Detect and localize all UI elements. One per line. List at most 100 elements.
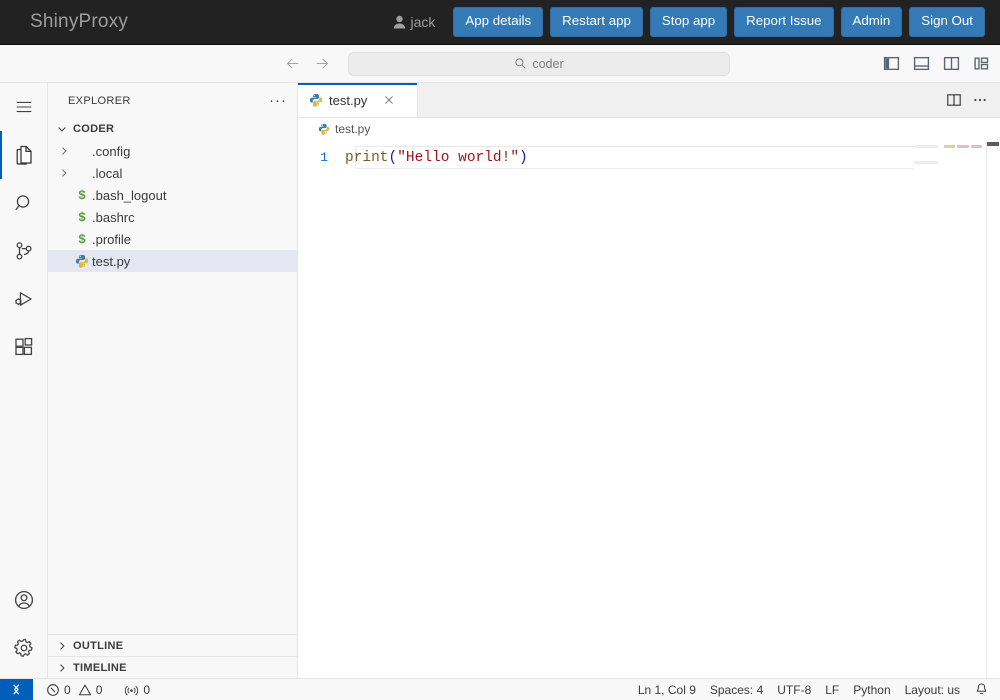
dollar-icon: $ xyxy=(78,209,86,225)
search-input[interactable]: coder xyxy=(348,51,730,76)
stop-app-button[interactable]: Stop app xyxy=(649,7,728,37)
tree-item-local[interactable]: .local xyxy=(48,162,297,184)
activitybar-accounts[interactable] xyxy=(0,576,48,624)
minimap-code-token xyxy=(944,145,955,148)
activitybar-explorer[interactable] xyxy=(0,131,48,179)
tree-item-config[interactable]: .config xyxy=(48,140,297,162)
tree-item-test-py[interactable]: test.py xyxy=(48,250,297,272)
tab-test-py[interactable]: test.py xyxy=(298,83,418,117)
breadcrumb[interactable]: test.py xyxy=(298,118,1000,140)
bell-icon[interactable] xyxy=(967,679,1000,700)
status-warnings[interactable]: 0 xyxy=(78,679,110,700)
ellipsis-icon[interactable] xyxy=(969,89,991,111)
dollar-icon: $ xyxy=(78,231,86,247)
status-encoding[interactable]: UTF-8 xyxy=(770,679,818,700)
status-bar: 0 0 0 Ln 1, Col 9 Spaces: 4 UTF-8 LF Pyt… xyxy=(0,678,1000,700)
code-editor[interactable]: 1 print("Hello world!") xyxy=(298,140,1000,678)
tree-item-bashrc[interactable]: $ .bashrc xyxy=(48,206,297,228)
chevron-down-icon xyxy=(54,123,70,135)
tree-item-label: test.py xyxy=(92,253,131,269)
sidebar-title: EXPLORER xyxy=(68,94,131,107)
status-indentation[interactable]: Spaces: 4 xyxy=(703,679,770,700)
editor-tabs: test.py xyxy=(298,83,1000,118)
activitybar-settings[interactable] xyxy=(0,624,48,672)
ports-icon xyxy=(124,683,139,697)
status-cursor-position[interactable]: Ln 1, Col 9 xyxy=(631,679,703,700)
editor-group: test.py test.py 1 print ("Hello world!"… xyxy=(298,83,1000,678)
status-eol[interactable]: LF xyxy=(818,679,846,700)
sidebar-panel-timeline[interactable]: TIMELINE xyxy=(48,656,297,678)
arrow-left-icon[interactable] xyxy=(283,54,303,74)
current-user: jack xyxy=(393,14,435,30)
ellipsis-icon[interactable]: ··· xyxy=(269,93,287,108)
navigation-controls xyxy=(283,54,331,74)
tree-root-label: CODER xyxy=(73,123,115,135)
search-icon xyxy=(514,57,527,70)
status-language-mode[interactable]: Python xyxy=(846,679,897,700)
sidebar-collapsed-panels: OUTLINE TIMELINE xyxy=(48,634,297,678)
python-icon xyxy=(318,123,330,135)
close-icon[interactable] xyxy=(379,90,399,110)
shinyproxy-actions: jack App details Restart app Stop app Re… xyxy=(393,7,985,37)
token-punctuation-close: ) xyxy=(519,149,528,166)
python-icon xyxy=(309,93,323,107)
line-content: print("Hello world!") xyxy=(345,148,528,167)
status-errors[interactable]: 0 xyxy=(39,679,78,700)
report-issue-button[interactable]: Report Issue xyxy=(734,7,834,37)
activitybar-search[interactable] xyxy=(0,179,48,227)
chevron-right-icon xyxy=(56,167,72,179)
python-icon xyxy=(72,254,92,268)
line-number: 1 xyxy=(320,150,328,165)
restart-app-button[interactable]: Restart app xyxy=(550,7,643,37)
explorer-sidebar: EXPLORER ··· CODER .config .local $ .bas… xyxy=(48,83,298,678)
file-tree: CODER .config .local $ .bash_logout $ .b… xyxy=(48,118,297,634)
overview-ruler[interactable] xyxy=(986,140,1000,678)
sign-out-button[interactable]: Sign Out xyxy=(909,7,985,37)
app-details-button[interactable]: App details xyxy=(453,7,544,37)
tree-item-profile[interactable]: $ .profile xyxy=(48,228,297,250)
layout-sidebar-left-icon[interactable] xyxy=(881,54,901,74)
current-user-name: jack xyxy=(410,14,436,30)
layout-sidebar-right-icon[interactable] xyxy=(941,54,961,74)
status-ports[interactable]: 0 xyxy=(117,679,157,700)
activitybar-run-debug[interactable] xyxy=(0,275,48,323)
arrow-right-icon[interactable] xyxy=(311,54,331,74)
tree-item-bash-logout[interactable]: $ .bash_logout xyxy=(48,184,297,206)
vscode-window: coder EXPLORER ··· CODER .config .local … xyxy=(0,45,1000,700)
search-input-value: coder xyxy=(532,56,564,71)
vscode-titlebar: coder xyxy=(0,45,1000,83)
menu-button[interactable] xyxy=(0,83,48,131)
sidebar-panel-label: TIMELINE xyxy=(73,661,127,674)
app-root: ShinyProxy jack App details Restart app … xyxy=(0,0,1000,700)
chevron-right-icon xyxy=(54,640,70,652)
tab-label: test.py xyxy=(329,92,368,108)
token-string: "Hello world!" xyxy=(397,149,520,166)
layout-customize-icon[interactable] xyxy=(971,54,991,74)
sidebar-panel-label: OUTLINE xyxy=(73,639,124,652)
status-bar-right: Ln 1, Col 9 Spaces: 4 UTF-8 LF Python La… xyxy=(631,679,1000,700)
overview-ruler-cursor-marker xyxy=(987,142,999,146)
user-silhouette-icon xyxy=(393,15,406,29)
admin-button[interactable]: Admin xyxy=(840,7,903,37)
layout-panel-bottom-icon[interactable] xyxy=(911,54,931,74)
layout-controls xyxy=(881,54,991,74)
shinyproxy-brand[interactable]: ShinyProxy xyxy=(30,11,128,33)
minimap-line xyxy=(914,145,938,148)
tree-root-coder[interactable]: CODER xyxy=(48,118,297,140)
status-remote-indicator[interactable] xyxy=(0,678,33,700)
token-punctuation-open: ( xyxy=(388,149,398,166)
status-keyboard-layout[interactable]: Layout: us xyxy=(898,679,967,700)
sidebar-panel-outline[interactable]: OUTLINE xyxy=(48,634,297,656)
status-errors-count: 0 xyxy=(64,682,71,697)
minimap-code-token xyxy=(971,145,982,148)
activitybar-source-control[interactable] xyxy=(0,227,48,275)
sidebar-title-bar: EXPLORER ··· xyxy=(48,83,297,118)
chevron-right-icon xyxy=(56,145,72,157)
status-ports-count: 0 xyxy=(143,682,151,697)
split-editor-icon[interactable] xyxy=(943,89,965,111)
activitybar-extensions[interactable] xyxy=(0,323,48,371)
error-icon xyxy=(46,683,60,697)
editor-tab-actions xyxy=(943,83,1000,117)
warning-icon xyxy=(78,683,92,697)
minimap[interactable] xyxy=(914,140,986,678)
